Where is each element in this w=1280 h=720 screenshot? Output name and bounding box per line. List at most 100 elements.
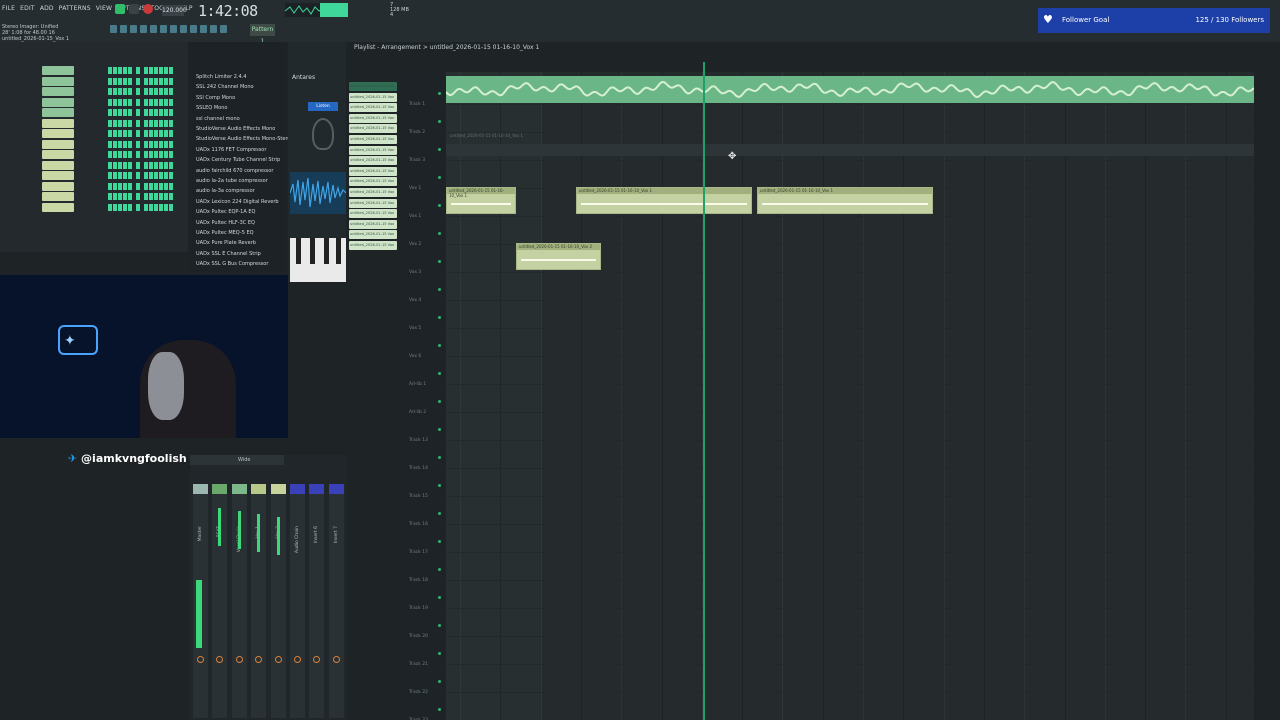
plugin-list-item[interactable]: SSI Comp Mono — [196, 95, 235, 101]
pattern-item[interactable]: untitled_2026-01-15 Vox — [349, 82, 397, 91]
step-button[interactable] — [118, 182, 122, 190]
clip-title-bar[interactable]: untitled_2026-01-15 01-16-10_Vox 1 — [758, 188, 932, 194]
track-name[interactable]: Vox 1 — [409, 186, 421, 191]
track-name[interactable]: Track 1 — [409, 102, 425, 107]
vocal-audio-clip[interactable]: untitled_2026-01-15 01-16-10_Vox 2 — [516, 243, 601, 270]
track-mute-led[interactable] — [438, 540, 441, 543]
track-name[interactable]: Vox 3 — [409, 270, 421, 275]
channel-rack-row[interactable] — [4, 129, 184, 138]
step-button[interactable] — [118, 119, 122, 127]
step-button[interactable] — [123, 172, 127, 179]
step-button[interactable] — [159, 203, 163, 211]
step-button[interactable] — [128, 130, 132, 137]
step-button[interactable] — [159, 193, 163, 200]
channel-rack-row[interactable] — [4, 76, 184, 86]
step-button[interactable] — [144, 77, 148, 85]
step-button[interactable] — [136, 151, 140, 158]
metronome-icon[interactable] — [170, 25, 177, 33]
channel-rack-row[interactable] — [4, 181, 184, 191]
step-button[interactable] — [164, 151, 168, 158]
step-button[interactable] — [164, 119, 168, 127]
track-mute-led[interactable] — [438, 624, 441, 627]
step-button[interactable] — [169, 67, 173, 74]
channel-rack-row[interactable] — [4, 139, 184, 149]
step-button[interactable] — [159, 140, 163, 148]
step-button[interactable] — [144, 130, 148, 137]
step-button[interactable] — [128, 67, 132, 74]
step-button[interactable] — [159, 77, 163, 85]
step-button[interactable] — [123, 109, 127, 116]
step-button[interactable] — [159, 88, 163, 95]
pattern-item[interactable]: untitled_2026-01-15 Vox — [349, 103, 397, 113]
step-button[interactable] — [108, 88, 112, 95]
playhead[interactable] — [703, 62, 705, 720]
step-button[interactable] — [108, 172, 112, 179]
step-button[interactable] — [149, 130, 153, 137]
pattern-item[interactable]: untitled_2026-01-15 Vox — [349, 219, 397, 229]
listen-button[interactable]: Listen — [308, 102, 338, 111]
step-button[interactable] — [118, 203, 122, 211]
record-button[interactable] — [143, 4, 153, 14]
step-button[interactable] — [113, 109, 117, 116]
channel-name-button[interactable] — [42, 139, 74, 149]
step-button[interactable] — [123, 140, 127, 148]
step-button[interactable] — [113, 182, 117, 190]
step-button[interactable] — [108, 161, 112, 169]
step-button[interactable] — [118, 67, 122, 74]
menu-item-add[interactable]: ADD — [40, 5, 54, 12]
channel-rack-row[interactable] — [4, 108, 184, 117]
step-button[interactable] — [144, 182, 148, 190]
track-mute-led[interactable] — [438, 596, 441, 599]
channel-name-button[interactable] — [42, 97, 74, 107]
step-button[interactable] — [113, 77, 117, 85]
step-button[interactable] — [164, 77, 168, 85]
pattern-item[interactable]: untitled_2026-01-15 Vox — [349, 166, 397, 176]
mixer-strip[interactable] — [290, 484, 305, 718]
step-button[interactable] — [136, 109, 140, 116]
channel-rack-icon[interactable] — [130, 25, 137, 33]
step-button[interactable] — [144, 172, 148, 179]
plugin-list-item[interactable]: UADx Pultec EQP-1A EQ — [196, 209, 255, 215]
step-button[interactable] — [159, 161, 163, 169]
plugin-list-item[interactable]: SSL 242 Channel Mono — [196, 84, 254, 90]
track-mute-led[interactable] — [438, 400, 441, 403]
step-button[interactable] — [159, 151, 163, 158]
step-button[interactable] — [136, 130, 140, 137]
track-mute-led[interactable] — [438, 456, 441, 459]
step-button[interactable] — [118, 88, 122, 95]
step-button[interactable] — [136, 77, 140, 85]
menu-item-view[interactable]: VIEW — [96, 5, 112, 12]
step-button[interactable] — [123, 182, 127, 190]
track-mute-led[interactable] — [438, 372, 441, 375]
pattern-item[interactable]: untitled_2026-01-15 Vox — [349, 209, 397, 219]
step-button[interactable] — [164, 140, 168, 148]
step-button[interactable] — [136, 172, 140, 179]
plugin-list-item[interactable]: UADx Pultec MEQ-5 EQ — [196, 230, 254, 236]
pattern-item[interactable]: untitled_2026-01-15 Vox — [349, 230, 397, 240]
channel-rack-row[interactable] — [4, 87, 184, 96]
pattern-item[interactable]: untitled_2026-01-15 Vox — [349, 124, 397, 134]
step-button[interactable] — [118, 130, 122, 137]
step-button[interactable] — [149, 119, 153, 127]
plugin-list-item[interactable]: UADx Lexicon 224 Digital Reverb — [196, 199, 279, 205]
plugin-list-item[interactable]: StudioVerse Audio Effects Mono — [196, 126, 275, 132]
channel-name-button[interactable] — [42, 192, 74, 201]
step-button[interactable] — [128, 151, 132, 158]
step-button[interactable] — [118, 77, 122, 85]
track-mute-led[interactable] — [438, 568, 441, 571]
mixer-strip-header[interactable] — [193, 484, 208, 494]
track-name[interactable]: Ad-lib 2 — [409, 410, 426, 415]
track-name[interactable]: Vox 6 — [409, 354, 421, 359]
step-button[interactable] — [154, 109, 158, 116]
channel-name-button[interactable] — [42, 76, 74, 86]
track-mute-led[interactable] — [438, 288, 441, 291]
step-button[interactable] — [154, 67, 158, 74]
step-button[interactable] — [128, 109, 132, 116]
step-button[interactable] — [164, 109, 168, 116]
step-button[interactable] — [164, 193, 168, 200]
channel-rack-row[interactable] — [4, 66, 184, 75]
mixer-strip-header[interactable] — [328, 484, 344, 494]
step-button[interactable] — [154, 140, 158, 148]
step-button[interactable] — [128, 161, 132, 169]
clip-title-bar[interactable]: untitled_2026-01-15 01-16-10_Vox 1 — [447, 188, 515, 198]
